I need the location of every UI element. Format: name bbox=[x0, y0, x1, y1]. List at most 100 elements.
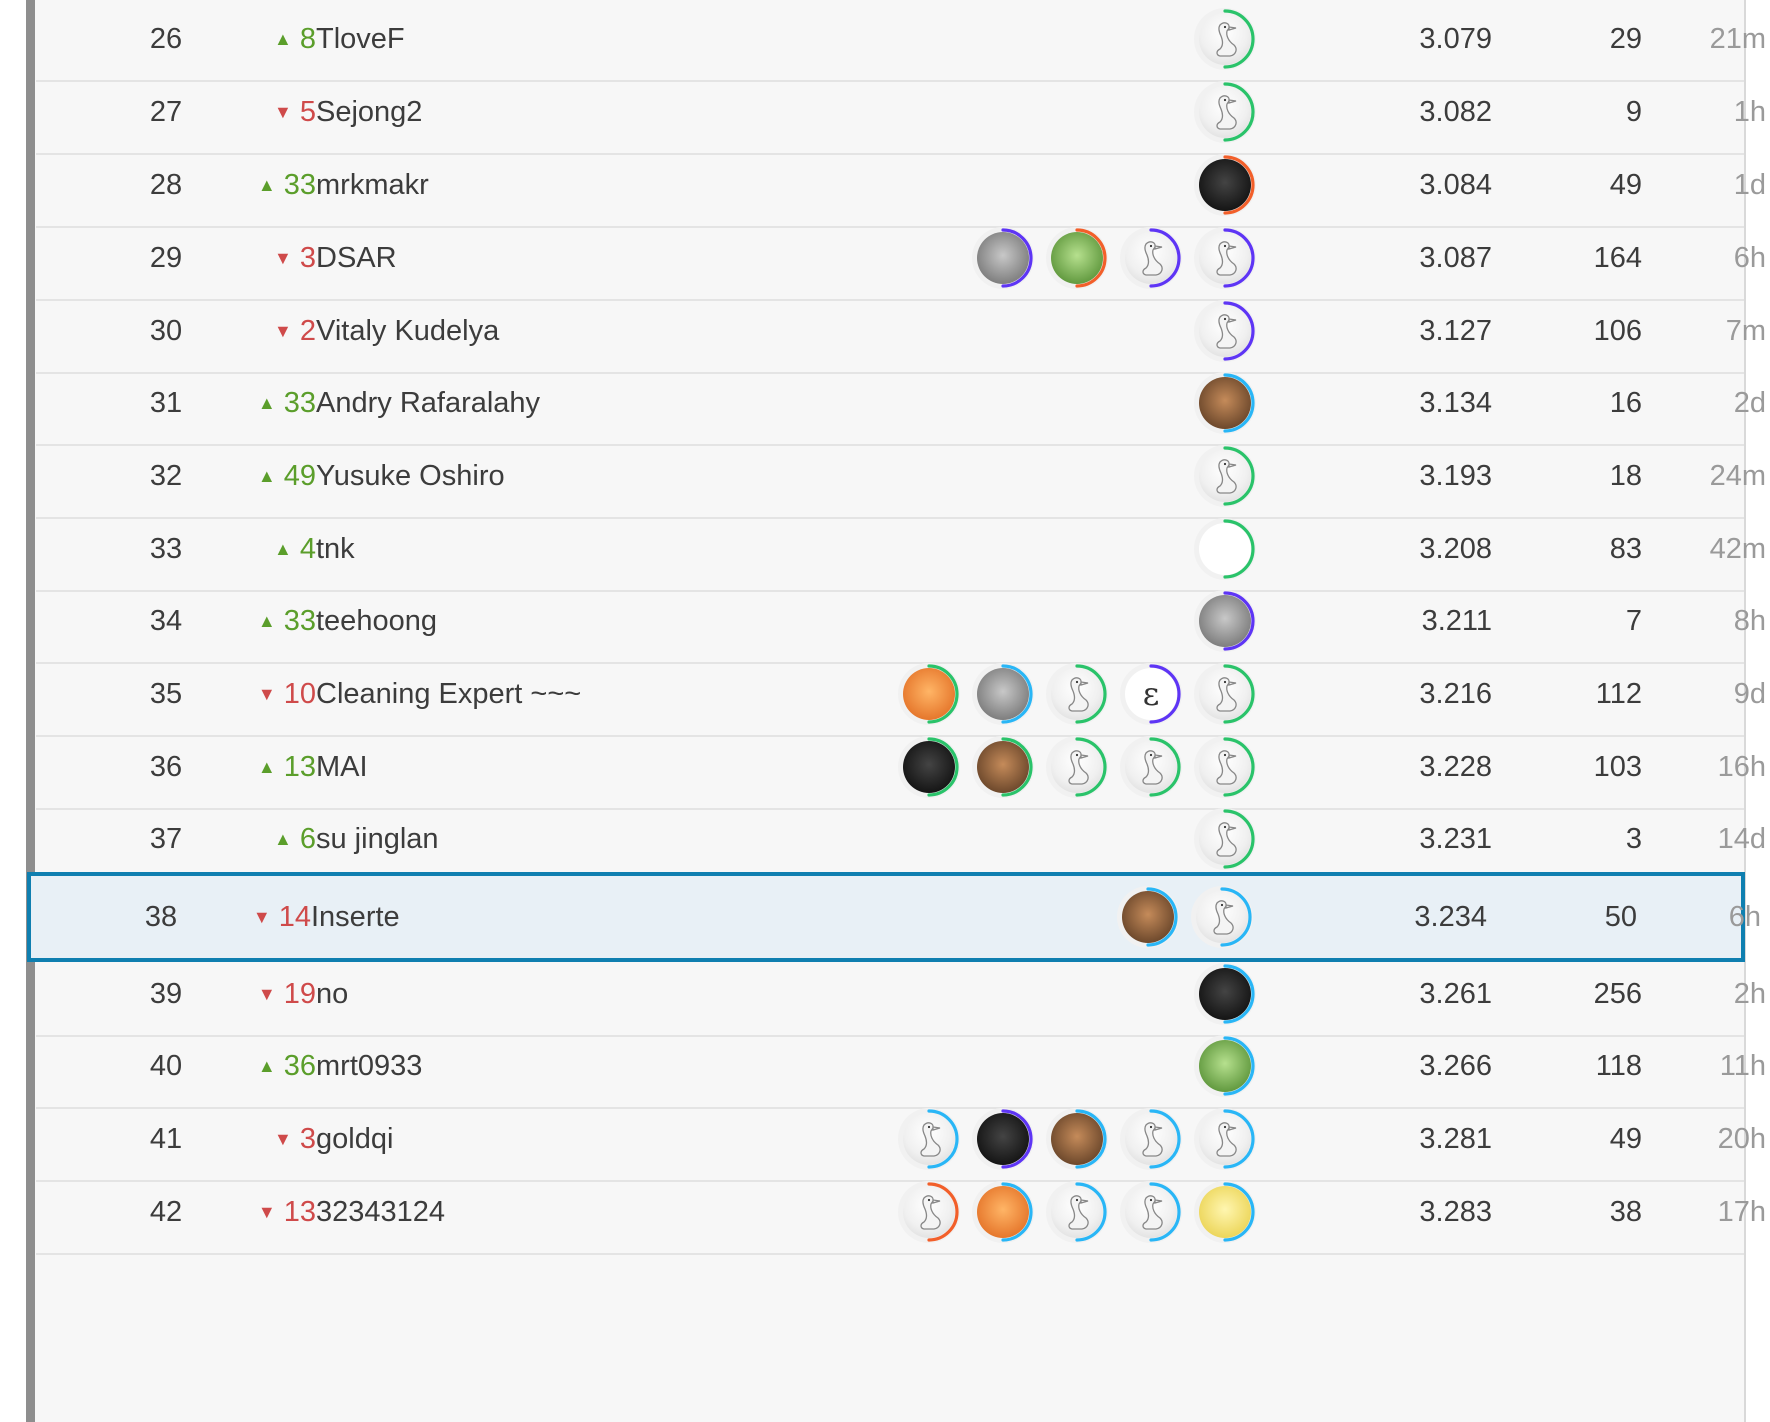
member-avatar[interactable] bbox=[1194, 1035, 1256, 1097]
team-name[interactable]: 32343124 bbox=[316, 1173, 445, 1251]
member-avatar[interactable]: ε bbox=[1120, 663, 1182, 725]
tier-ring bbox=[1001, 228, 1033, 288]
team-name[interactable]: no bbox=[316, 955, 348, 1033]
member-avatar[interactable] bbox=[1046, 1108, 1108, 1170]
leaderboard-row[interactable]: 37 ▲ 6 su jinglan 3.231 3 14d bbox=[36, 800, 1766, 882]
tier-ring bbox=[1223, 737, 1255, 797]
member-avatar[interactable] bbox=[898, 1181, 960, 1243]
member-avatar[interactable] bbox=[1046, 736, 1108, 798]
leaderboard-row[interactable]: 34 ▲ 33 teehoong 3.211 7 8h bbox=[36, 582, 1766, 664]
team-score: 3.087 bbox=[1419, 242, 1492, 274]
leaderboard-row[interactable]: 26 ▲ 8 TloveF 3.079 29 21m bbox=[36, 0, 1766, 82]
member-avatar[interactable] bbox=[1120, 736, 1182, 798]
leaderboard-row[interactable]: 39 ▼ 19 no 3.261 256 2h bbox=[36, 955, 1766, 1037]
team-name[interactable]: mrkmakr bbox=[316, 146, 429, 224]
last-submission: 9d bbox=[1733, 678, 1766, 710]
leaderboard-row[interactable]: 30 ▼ 2 Vitaly Kudelya 3.127 106 7m bbox=[36, 292, 1766, 374]
member-avatar[interactable] bbox=[1194, 445, 1256, 507]
member-avatar[interactable] bbox=[1191, 886, 1253, 948]
tier-ring bbox=[1001, 664, 1033, 724]
team-name[interactable]: Cleaning Expert ~~~ bbox=[316, 655, 581, 733]
team-name[interactable]: Sejong2 bbox=[316, 73, 422, 151]
entry-count: 106 bbox=[1593, 315, 1642, 347]
leaderboard-row[interactable]: 31 ▲ 33 Andry Rafaralahy 3.134 16 2d bbox=[36, 364, 1766, 446]
tier-ring bbox=[1001, 1182, 1033, 1242]
team-name[interactable]: mrt0933 bbox=[316, 1027, 422, 1105]
team-name[interactable]: DSAR bbox=[316, 219, 397, 297]
team-name[interactable]: Vitaly Kudelya bbox=[316, 292, 499, 370]
leaderboard-row-current-team[interactable]: 38 ▼ 14 Inserte 3.234 50 6h bbox=[27, 872, 1761, 962]
leaderboard-row[interactable]: 27 ▼ 5 Sejong2 3.082 9 1h bbox=[36, 73, 1766, 155]
leaderboard-row[interactable]: 36 ▲ 13 MAI 3.228 103 16h bbox=[36, 728, 1766, 810]
member-avatar[interactable] bbox=[1120, 227, 1182, 289]
rank-number: 42 bbox=[149, 1196, 183, 1228]
member-avatar[interactable] bbox=[1117, 886, 1179, 948]
member-avatar[interactable] bbox=[1120, 1181, 1182, 1243]
leaderboard-row[interactable]: 32 ▲ 49 Yusuke Oshiro 3.193 18 24m bbox=[36, 437, 1766, 519]
member-avatar[interactable] bbox=[1046, 663, 1108, 725]
member-avatar[interactable] bbox=[1120, 1108, 1182, 1170]
member-avatar[interactable] bbox=[1194, 1181, 1256, 1243]
team-name[interactable]: tnk bbox=[316, 510, 355, 588]
member-avatar[interactable] bbox=[1046, 227, 1108, 289]
team-members bbox=[1194, 445, 1256, 507]
member-avatar[interactable] bbox=[1194, 372, 1256, 434]
team-name[interactable]: teehoong bbox=[316, 582, 437, 660]
entry-count: 118 bbox=[1595, 1050, 1642, 1082]
member-avatar[interactable] bbox=[898, 663, 960, 725]
team-name[interactable]: MAI bbox=[316, 728, 368, 806]
team-name[interactable]: su jinglan bbox=[316, 800, 439, 878]
triangle-up-icon: ▲ bbox=[257, 611, 276, 631]
member-avatar[interactable] bbox=[1194, 518, 1256, 580]
team-name[interactable]: TloveF bbox=[316, 0, 405, 78]
team-members bbox=[1194, 590, 1256, 652]
team-name[interactable]: Yusuke Oshiro bbox=[316, 437, 505, 515]
member-avatar[interactable] bbox=[972, 1181, 1034, 1243]
rank-change: ▼ 5 bbox=[206, 73, 316, 151]
member-avatar[interactable] bbox=[1194, 300, 1256, 362]
scroll-rail[interactable] bbox=[26, 0, 35, 1422]
leaderboard-row[interactable]: 42 ▼ 13 32343124 3.283 38 17h bbox=[36, 1173, 1766, 1255]
rank-change-value: 13 bbox=[283, 751, 316, 783]
rank-number: 41 bbox=[149, 1123, 183, 1155]
triangle-down-icon: ▼ bbox=[257, 984, 276, 1004]
member-avatar[interactable] bbox=[898, 1108, 960, 1170]
member-avatar[interactable] bbox=[972, 227, 1034, 289]
leaderboard-row[interactable]: 35 ▼ 10 Cleaning Expert ~~~ ε 3.216 112 9d bbox=[36, 655, 1766, 737]
last-submission: 6h bbox=[1728, 901, 1761, 933]
leaderboard-row[interactable]: 33 ▲ 4 tnk 3.208 83 42m bbox=[36, 510, 1766, 592]
member-avatar[interactable] bbox=[1046, 1181, 1108, 1243]
team-name[interactable]: Andry Rafaralahy bbox=[316, 364, 540, 442]
last-submission: 1d bbox=[1733, 169, 1766, 201]
team-score: 3.082 bbox=[1419, 96, 1492, 128]
tier-ring bbox=[1223, 964, 1255, 1024]
member-avatar[interactable] bbox=[1194, 154, 1256, 216]
member-avatar[interactable] bbox=[1194, 663, 1256, 725]
triangle-up-icon: ▲ bbox=[274, 829, 292, 849]
member-avatar[interactable] bbox=[898, 736, 960, 798]
member-avatar[interactable] bbox=[1194, 963, 1256, 1025]
member-avatar[interactable] bbox=[1194, 590, 1256, 652]
team-name[interactable]: Inserte bbox=[311, 876, 400, 958]
tier-ring bbox=[1146, 887, 1178, 947]
member-avatar[interactable] bbox=[972, 736, 1034, 798]
member-avatar[interactable] bbox=[1194, 808, 1256, 870]
member-avatar[interactable] bbox=[1194, 8, 1256, 70]
leaderboard-row[interactable]: 41 ▼ 3 goldqi 3.281 49 20h bbox=[36, 1100, 1766, 1182]
rank-change-value: 3 bbox=[299, 242, 316, 274]
leaderboard-row[interactable]: 28 ▲ 33 mrkmakr 3.084 49 1d bbox=[36, 146, 1766, 228]
leaderboard-row[interactable]: 40 ▲ 36 mrt0933 3.266 118 11h bbox=[36, 1027, 1766, 1109]
member-avatar[interactable] bbox=[972, 663, 1034, 725]
member-avatar[interactable] bbox=[1194, 227, 1256, 289]
member-avatar[interactable] bbox=[1194, 736, 1256, 798]
rank-change-value: 19 bbox=[283, 978, 316, 1010]
leaderboard-row[interactable]: 29 ▼ 3 DSAR 3.087 164 6h bbox=[36, 219, 1766, 301]
tier-ring bbox=[1223, 591, 1255, 651]
tier-ring bbox=[927, 737, 959, 797]
member-avatar[interactable] bbox=[1194, 81, 1256, 143]
team-name[interactable]: goldqi bbox=[316, 1100, 393, 1178]
member-avatar[interactable] bbox=[972, 1108, 1034, 1170]
tier-ring bbox=[1223, 82, 1255, 142]
member-avatar[interactable] bbox=[1194, 1108, 1256, 1170]
tier-ring bbox=[1223, 373, 1255, 433]
